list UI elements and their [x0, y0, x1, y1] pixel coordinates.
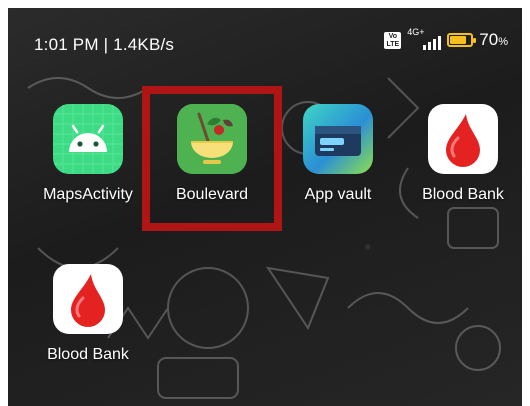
app-label: Blood Bank — [47, 346, 129, 363]
blood-drop-icon — [53, 264, 123, 334]
network-type: 4G+ — [407, 27, 425, 37]
selection-highlight — [142, 86, 282, 231]
battery-percent: 70% — [479, 30, 508, 49]
volte-icon: Vo LTE — [384, 31, 402, 49]
signal-icon: 4G+ — [407, 27, 442, 50]
app-blood-bank-2[interactable]: Blood Bank — [28, 264, 148, 364]
app-label: App vault — [304, 186, 372, 203]
card-vault-icon — [303, 104, 373, 174]
app-label: Blood Bank — [422, 186, 504, 203]
battery-icon — [447, 33, 477, 47]
status-bar: 1:01 PM | 1.4KB/s Vo LTE 4G+ 70% — [8, 8, 522, 68]
app-mapsactivity[interactable]: MapsActivity — [28, 104, 148, 204]
app-blood-bank[interactable]: Blood Bank — [403, 104, 522, 204]
app-app-vault[interactable]: App vault — [278, 104, 398, 204]
status-icons: Vo LTE 4G+ 70% — [384, 27, 508, 50]
home-screen: 1:01 PM | 1.4KB/s Vo LTE 4G+ 70% MapsAct… — [8, 8, 522, 406]
app-label: MapsActivity — [43, 186, 133, 203]
android-icon — [53, 104, 123, 174]
blood-drop-icon — [428, 104, 498, 174]
status-time-speed: 1:01 PM | 1.4KB/s — [34, 35, 175, 54]
